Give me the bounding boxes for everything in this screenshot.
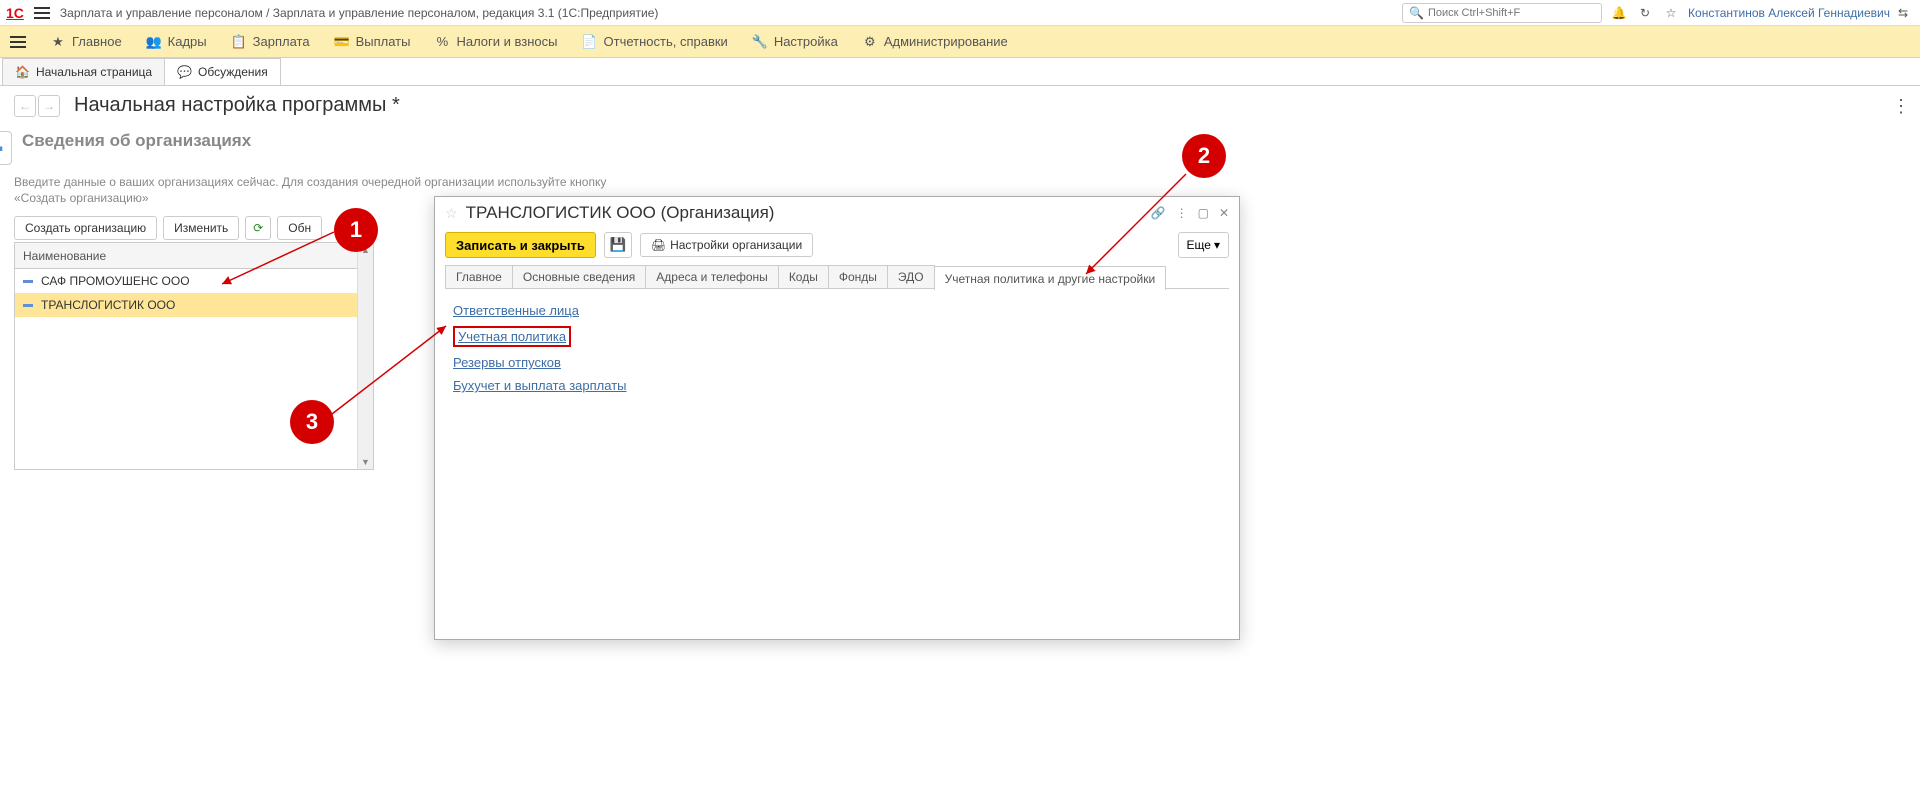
modal-tab-basic[interactable]: Основные сведения [512,265,646,288]
favorite-star-icon[interactable]: ☆ [445,205,458,222]
nav-back-button[interactable]: ← [14,95,36,117]
section-title: Сведения об организациях [22,131,251,165]
search-field[interactable] [1428,7,1595,19]
edit-button[interactable]: Изменить [163,216,239,240]
modal-restore-icon[interactable]: ▢ [1198,206,1209,220]
callout-2: 2 [1182,134,1226,178]
row-marker-icon: ▬ [23,299,33,310]
collapse-icon[interactable]: ⇆ [1898,6,1914,20]
vertical-scrollbar[interactable]: ▲ ▼ [357,243,373,469]
organization-modal: ☆ ТРАНСЛОГИСТИК ООО (Организация) 🔗 ⋮ ▢ … [434,196,1240,640]
modal-title: ТРАНСЛОГИСТИК ООО (Организация) [466,203,775,223]
arrow-left-icon: ⬅ [0,136,3,161]
search-icon: 🔍 [1409,6,1424,20]
history-icon[interactable]: ↻ [1636,4,1654,22]
floppy-icon: 💾 [610,237,627,253]
people-icon: 👥 [146,34,162,50]
chevron-down-icon: ▾ [1214,238,1220,252]
link-accounting-policy[interactable]: Учетная политика [453,326,571,347]
gear-icon: ⚙ [862,34,878,50]
modal-tabs: Главное Основные сведения Адреса и телеф… [445,265,1229,289]
org-name-cell: САФ ПРОМОУШЕНС ООО [41,274,190,288]
nav-settings[interactable]: 🔧Настройка [752,34,838,50]
callout-3: 3 [290,400,334,444]
window-tabs: 🏠 Начальная страница 💬 Обсуждения [0,58,1920,86]
table-row[interactable]: ▬ САФ ПРОМОУШЕНС ООО [15,269,357,293]
modal-tab-codes[interactable]: Коды [778,265,829,288]
percent-icon: % [434,34,450,50]
burger-icon[interactable] [34,7,50,19]
table-row[interactable]: ▬ ТРАНСЛОГИСТИК ООО [15,293,357,317]
bell-icon[interactable]: 🔔 [1610,4,1628,22]
nav-otchet[interactable]: 📄Отчетность, справки [582,34,728,50]
nav-burger[interactable] [10,36,26,48]
more-dropdown[interactable]: Еще▾ [1178,232,1229,258]
nav-vyplaty[interactable]: 💳Выплаты [334,34,411,50]
star-solid-icon: ★ [50,34,66,50]
nav-kadry[interactable]: 👥Кадры [146,34,207,50]
save-close-button[interactable]: Записать и закрыть [445,232,596,258]
nav-nalogi[interactable]: %Налоги и взносы [434,34,557,50]
top-system-bar: 1С Зарплата и управление персоналом / За… [0,0,1920,26]
modal-tab-main[interactable]: Главное [445,265,513,288]
org-settings-button[interactable]: 🖨 Настройки организации [640,233,813,257]
link-vacation-reserves[interactable]: Резервы отпусков [453,355,561,370]
nav-forward-button[interactable]: → [38,95,60,117]
nav-main[interactable]: ★Главное [50,34,122,50]
wallet-icon: 💳 [334,34,350,50]
tab-discussions[interactable]: 💬 Обсуждения [164,58,281,85]
logo-1c: 1С [6,5,24,21]
nav-admin[interactable]: ⚙Администрирование [862,34,1008,50]
org-name-cell: ТРАНСЛОГИСТИК ООО [41,298,175,312]
report-icon: 📄 [582,34,598,50]
page-more-menu[interactable]: ⋮ [1892,96,1910,117]
refresh-text-button[interactable]: Обн [277,216,322,240]
global-search-input[interactable]: 🔍 [1402,3,1602,23]
modal-close-icon[interactable]: ✕ [1219,206,1229,220]
star-icon[interactable]: ☆ [1662,4,1680,22]
chat-icon: 💬 [177,65,192,79]
page-title: Начальная настройка программы * [74,94,400,117]
app-window-title: Зарплата и управление персоналом / Зарпл… [60,6,659,20]
callout-1: 1 [334,208,378,252]
wrench-icon: 🔧 [752,34,768,50]
modal-more-icon[interactable]: ⋮ [1176,206,1188,220]
create-org-button[interactable]: Создать организацию [14,216,157,240]
modal-tab-accounting-policy[interactable]: Учетная политика и другие настройки [934,266,1167,290]
main-nav: ★Главное 👥Кадры 📋Зарплата 💳Выплаты %Нало… [0,26,1920,58]
nav-zarplata[interactable]: 📋Зарплата [231,34,310,50]
refresh-icon-button[interactable]: ⟳ [245,216,271,240]
link-icon[interactable]: 🔗 [1151,206,1166,220]
table-header-name[interactable]: Наименование [15,243,357,269]
print-icon: 🖨 [651,238,666,252]
home-icon: 🏠 [15,65,30,79]
modal-tab-address[interactable]: Адреса и телефоны [645,265,779,288]
refresh-icon: ⟳ [253,221,263,235]
section-back-button[interactable]: ⬅ [0,131,12,165]
link-responsible[interactable]: Ответственные лица [453,303,579,318]
modal-tab-funds[interactable]: Фонды [828,265,888,288]
payroll-icon: 📋 [231,34,247,50]
modal-tab-edo[interactable]: ЭДО [887,265,935,288]
link-accounting-payroll[interactable]: Бухучет и выплата зарплаты [453,378,627,393]
save-button[interactable]: 💾 [604,232,632,258]
row-marker-icon: ▬ [23,275,33,286]
scroll-down-icon[interactable]: ▼ [361,457,370,467]
tab-start-page[interactable]: 🏠 Начальная страница [2,58,165,85]
user-name[interactable]: Константинов Алексей Геннадиевич [1688,6,1890,20]
